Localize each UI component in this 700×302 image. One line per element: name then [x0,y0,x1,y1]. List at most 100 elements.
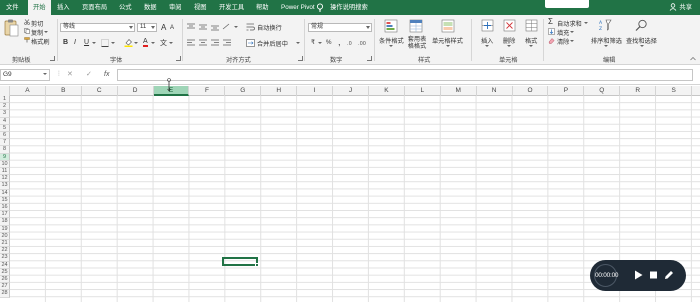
autosum-button[interactable]: 自动求和 [557,19,582,28]
row-header-15[interactable]: 15 [0,196,10,204]
merge-center-button[interactable]: 合并后居中 [257,39,288,48]
column-header-h[interactable]: H [261,86,298,96]
chevron-down-icon[interactable] [584,22,588,24]
row-header-14[interactable]: 14 [0,189,10,197]
collapse-ribbon-icon[interactable] [690,56,696,61]
row-header-21[interactable]: 21 [0,240,10,248]
row-header-9[interactable]: 9 [0,153,10,161]
column-header-f[interactable]: F [190,86,226,96]
row-header-7[interactable]: 7 [0,139,10,147]
increase-font-button[interactable]: A [161,23,166,32]
fill-button[interactable]: 填充 [557,28,569,37]
row-header-28[interactable]: 28 [0,290,10,298]
column-header-r[interactable]: R [620,86,657,96]
row-header-23[interactable]: 23 [0,254,10,262]
chevron-down-icon[interactable] [446,45,450,47]
fill-color-icon[interactable] [124,38,133,47]
number-format-select[interactable]: 常规 [308,23,372,32]
row-header-26[interactable]: 26 [0,276,10,284]
alignment-launcher-icon[interactable] [298,56,303,61]
chevron-down-icon[interactable] [570,31,574,33]
insert-function-button[interactable]: fx [104,69,109,81]
chevron-down-icon[interactable] [111,42,115,44]
chevron-down-icon[interactable] [151,42,155,44]
row-header-22[interactable]: 22 [0,247,10,255]
tab-developer[interactable]: 开发工具 [219,0,244,15]
enter-icon[interactable]: ✓ [86,69,92,81]
decrease-font-button[interactable]: A [170,25,174,31]
row-header-16[interactable]: 16 [0,204,10,212]
row-header-24[interactable]: 24 [0,261,10,269]
tab-view[interactable]: 视图 [194,0,207,15]
column-header-b[interactable]: B [46,86,82,96]
chevron-down-icon[interactable] [485,45,489,47]
chevron-down-icon[interactable] [169,42,173,44]
row-header-25[interactable]: 25 [0,268,10,276]
column-header-n[interactable]: N [477,86,513,96]
font-launcher-icon[interactable] [176,56,181,61]
tell-me-search[interactable]: 操作说明搜索 [330,0,368,15]
currency-button[interactable]: ₹ [311,39,315,46]
chevron-down-icon[interactable] [507,45,511,47]
phonetic-button[interactable]: 文 [160,38,167,48]
row-header-3[interactable]: 3 [0,110,10,118]
tab-home[interactable]: 开始 [28,0,51,15]
row-header-6[interactable]: 6 [0,132,10,140]
tab-help[interactable]: 帮助 [256,0,269,15]
column-header-o[interactable]: O [513,86,549,96]
horizontal-align-icons[interactable] [186,39,232,47]
play-icon[interactable] [634,270,643,280]
cancel-icon[interactable]: ✕ [67,69,73,81]
chevron-down-icon[interactable] [570,40,574,42]
row-header-10[interactable]: 10 [0,160,10,168]
chevron-down-icon[interactable] [389,45,393,47]
share-button[interactable]: 共享 [669,0,692,15]
chevron-down-icon[interactable] [318,42,322,44]
column-header-s[interactable]: S [656,86,693,96]
select-all-corner[interactable] [0,86,10,96]
paste-icon[interactable] [4,19,19,37]
row-header-4[interactable]: 4 [0,117,10,125]
borders-icon[interactable] [101,39,109,47]
column-header-p[interactable]: P [549,86,585,96]
tab-data[interactable]: 数据 [144,0,157,15]
fill-handle[interactable] [255,263,259,267]
format-painter-button[interactable]: 格式刷 [31,37,50,46]
find-select-button[interactable]: 查找和选择 [626,36,657,45]
font-color-button[interactable]: A [143,38,148,47]
name-box[interactable]: G9 [0,69,50,81]
format-button[interactable]: 格式 [525,36,537,45]
comma-button[interactable]: , [338,37,341,47]
row-header-13[interactable]: 13 [0,182,10,190]
row-header-8[interactable]: 8 [0,146,10,154]
formula-input[interactable] [117,69,693,81]
row-header-2[interactable]: 2 [0,103,10,111]
sort-filter-button[interactable]: 排序和筛选 [591,36,622,45]
chevron-down-icon[interactable] [604,45,608,47]
active-cell-border[interactable] [222,257,258,266]
drag-handle-icon[interactable]: ⋮ [56,71,62,77]
row-header-27[interactable]: 27 [0,283,10,291]
delete-button[interactable]: 删除 [503,36,515,45]
tab-review[interactable]: 审阅 [169,0,182,15]
stop-icon[interactable] [649,270,658,280]
cut-button[interactable]: 剪切 [31,19,43,28]
column-header-k[interactable]: K [369,86,405,96]
column-header-c[interactable]: C [82,86,118,96]
row-header-17[interactable]: 17 [0,211,10,219]
decimal-buttons-icon[interactable]: .0 .00 [347,39,369,47]
chevron-down-icon[interactable] [234,26,238,28]
row-header-5[interactable]: 5 [0,124,10,132]
column-header-l[interactable]: L [405,86,441,96]
tab-page-layout[interactable]: 页面布局 [82,0,107,15]
column-header-a[interactable]: A [10,86,46,96]
column-header-j[interactable]: J [333,86,369,96]
column-header-q[interactable]: Q [584,86,621,96]
tab-power-pivot[interactable]: Power Pivot [281,0,315,15]
chevron-down-icon[interactable] [529,45,533,47]
clear-button[interactable]: 清除 [557,37,569,46]
pen-icon[interactable] [664,270,674,280]
tab-file[interactable]: 文件 [6,0,19,15]
italic-button[interactable]: I [74,39,76,46]
column-header-m[interactable]: M [441,86,477,96]
